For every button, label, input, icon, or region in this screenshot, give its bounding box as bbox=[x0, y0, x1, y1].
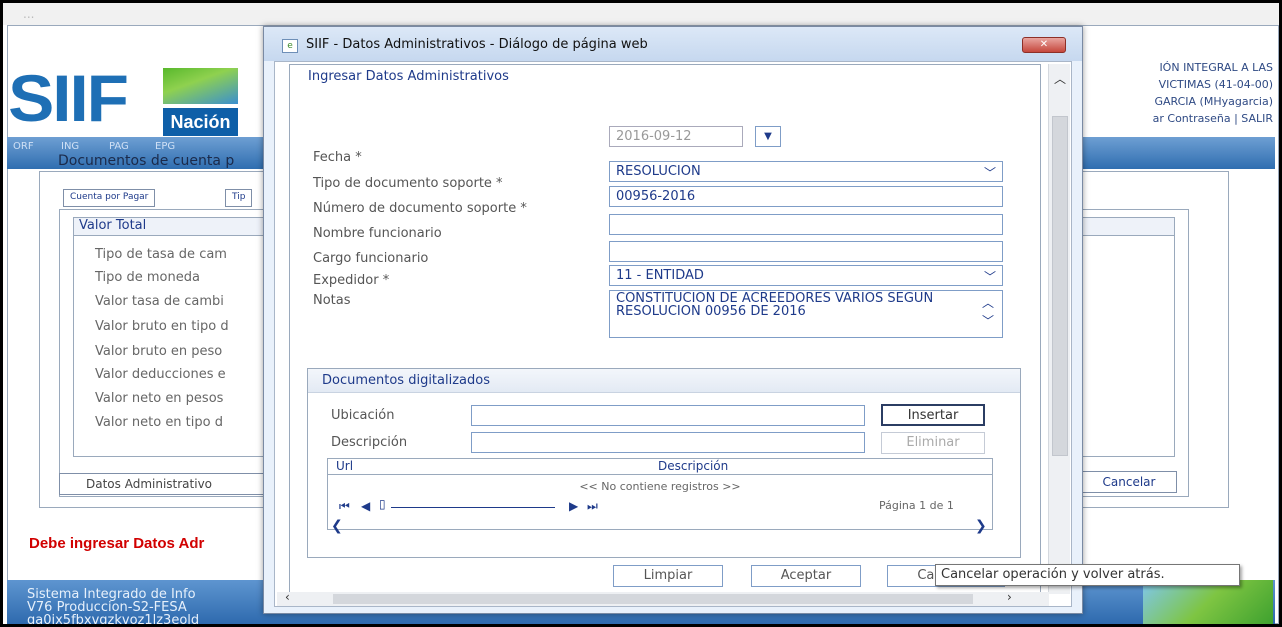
screen-frame: ... SIIF Nación IÓN INTEGRAL A LAS VICTI… bbox=[0, 0, 1282, 627]
web-dialog-icon: e bbox=[282, 39, 298, 53]
scroll-right-icon[interactable]: › bbox=[1007, 590, 1012, 604]
scroll-left-icon[interactable]: ‹ bbox=[285, 590, 290, 604]
row-label: Valor deducciones e bbox=[95, 367, 226, 382]
tipo-documento-label: Tipo de documento soporte * bbox=[313, 176, 503, 191]
footer-line-3: ga0ix5fbxvgzkvoz1lz3eold bbox=[27, 613, 200, 627]
nombre-funcionario-label: Nombre funcionario bbox=[313, 226, 442, 241]
ubicacion-label: Ubicación bbox=[331, 408, 395, 423]
calendar-dropdown-icon[interactable]: ▼ bbox=[755, 126, 781, 147]
row-label: Valor bruto en tipo d bbox=[95, 319, 229, 334]
scroll-thumb[interactable] bbox=[333, 594, 973, 604]
entity-line-2: VICTIMAS (41-04-00) bbox=[1158, 78, 1273, 91]
scroll-up-icon[interactable]: ︿ bbox=[1054, 70, 1066, 87]
siif-logo: SIIF Nación bbox=[8, 58, 241, 138]
background-cancel-button[interactable]: Cancelar bbox=[1081, 471, 1177, 493]
grid-scroll-right-icon[interactable]: ❯ bbox=[975, 518, 987, 534]
tipo-documento-select[interactable]: RESOLUCION ﹀ bbox=[609, 161, 1003, 182]
dialog-horizontal-scrollbar[interactable]: ‹ › bbox=[277, 590, 1049, 606]
breadcrumb: Documentos de cuenta p bbox=[58, 153, 235, 169]
descripcion-field[interactable] bbox=[471, 432, 865, 453]
notas-value: CONSTITUCION DE ACREEDORES VARIOS SEGUN … bbox=[616, 291, 934, 319]
notas-label: Notas bbox=[313, 293, 351, 308]
last-page-icon[interactable]: ⏭ bbox=[587, 499, 598, 514]
menu-item-ing[interactable]: ING bbox=[61, 141, 79, 152]
row-label: Valor neto en pesos bbox=[95, 391, 224, 406]
notas-textarea[interactable]: CONSTITUCION DE ACREEDORES VARIOS SEGUN … bbox=[609, 290, 1003, 338]
top-strip: ... bbox=[3, 3, 1279, 25]
user-info: IÓN INTEGRAL A LAS VICTIMAS (41-04-00) G… bbox=[1153, 59, 1273, 127]
cargo-funcionario-field[interactable] bbox=[609, 241, 1003, 262]
nombre-funcionario-field[interactable] bbox=[609, 214, 1003, 235]
cancel-tooltip: Cancelar operación y volver atrás. bbox=[935, 564, 1240, 586]
footer-brand-icon bbox=[1143, 580, 1273, 624]
prev-page-icon[interactable]: ◀ bbox=[361, 499, 370, 513]
scroll-up-icon[interactable]: ︿ bbox=[982, 297, 994, 310]
menu-item-orf[interactable]: ORF bbox=[13, 141, 34, 152]
dialog-title: SIIF - Datos Administrativos - Diálogo d… bbox=[306, 37, 648, 52]
row-label: Tipo de tasa de cam bbox=[95, 247, 227, 262]
grid-header-url: Url bbox=[336, 459, 354, 473]
row-label: Valor neto en tipo d bbox=[95, 415, 223, 430]
tab-tipo[interactable]: Tip bbox=[225, 189, 253, 207]
empty-grid-message: << No contiene registros >> bbox=[579, 480, 741, 493]
scroll-thumb[interactable] bbox=[1052, 116, 1068, 456]
close-icon[interactable]: ✕ bbox=[1022, 37, 1066, 53]
row-label: Valor bruto en peso bbox=[95, 344, 223, 359]
chevron-down-icon: ﹀ bbox=[983, 270, 996, 284]
expedidor-value: 11 - ENTIDAD bbox=[616, 268, 704, 283]
scroll-down-icon[interactable]: ﹀ bbox=[982, 315, 994, 328]
dialog-body: Ingresar Datos Administrativos Fecha * 2… bbox=[274, 61, 1072, 607]
section-title: Ingresar Datos Administrativos bbox=[308, 69, 509, 84]
grid-header-descripcion: Descripción bbox=[658, 459, 729, 473]
row-label: Valor tasa de cambi bbox=[95, 294, 224, 309]
page-slider-handle[interactable]: ▯ bbox=[379, 497, 386, 511]
datos-administrativos-dialog: e SIIF - Datos Administrativos - Diálogo… bbox=[263, 26, 1083, 614]
next-page-icon[interactable]: ▶ bbox=[569, 499, 578, 513]
logo-nacion: Nación bbox=[163, 108, 238, 136]
fecha-field: 2016-09-12 bbox=[609, 126, 743, 147]
expedidor-label: Expedidor * bbox=[313, 273, 390, 288]
dialog-vertical-scrollbar[interactable]: ︿ bbox=[1048, 64, 1070, 594]
numero-documento-label: Número de documento soporte * bbox=[313, 201, 527, 216]
descripcion-label: Descripción bbox=[331, 435, 408, 450]
aceptar-button[interactable]: Aceptar bbox=[751, 565, 861, 587]
account-links[interactable]: ar Contraseña | SALIR bbox=[1153, 110, 1273, 127]
grid-pager: ⏮ ◀ ▯ ▶ ⏭ Página 1 de 1 bbox=[331, 497, 987, 517]
tab-cuenta-por-pagar[interactable]: Cuenta por Pagar bbox=[63, 189, 156, 207]
cargo-funcionario-label: Cargo funcionario bbox=[313, 251, 429, 266]
error-message: Debe ingresar Datos Adr bbox=[29, 535, 205, 552]
numero-documento-field[interactable]: 00956-2016 bbox=[609, 186, 1003, 207]
fecha-label: Fecha * bbox=[313, 150, 362, 165]
user-line: GARCIA (MHyagarcia) bbox=[1154, 95, 1273, 108]
eliminar-button: Eliminar bbox=[881, 432, 985, 454]
menu-item-pag[interactable]: PAG bbox=[109, 141, 129, 152]
tipo-documento-value: RESOLUCION bbox=[616, 164, 701, 179]
page-slider-track bbox=[391, 507, 555, 508]
chevron-down-icon: ﹀ bbox=[983, 166, 996, 180]
ubicacion-field[interactable] bbox=[471, 405, 865, 426]
first-page-icon[interactable]: ⏮ bbox=[339, 499, 350, 514]
grid-header: Url Descripción bbox=[328, 459, 992, 475]
logo-arrows-icon bbox=[163, 68, 238, 104]
limpiar-button[interactable]: Limpiar bbox=[613, 565, 723, 587]
documents-grid: Url Descripción << No contiene registros… bbox=[327, 458, 993, 530]
documentos-digitalizados-title: Documentos digitalizados bbox=[308, 369, 1020, 393]
insertar-button[interactable]: Insertar bbox=[881, 404, 985, 426]
grid-scroll-left-icon[interactable]: ❮ bbox=[331, 518, 343, 534]
logo-text: SIIF bbox=[8, 61, 129, 135]
expedidor-select[interactable]: 11 - ENTIDAD ﹀ bbox=[609, 265, 1003, 286]
page-info: Página 1 de 1 bbox=[879, 499, 954, 512]
menu-item-epg[interactable]: EPG bbox=[155, 141, 175, 152]
row-label: Tipo de moneda bbox=[95, 270, 200, 285]
dialog-title-bar[interactable]: e SIIF - Datos Administrativos - Diálogo… bbox=[264, 27, 1082, 61]
entity-line-1: IÓN INTEGRAL A LAS bbox=[1159, 61, 1273, 74]
datos-administrativos-button[interactable]: Datos Administrativo bbox=[59, 473, 269, 495]
